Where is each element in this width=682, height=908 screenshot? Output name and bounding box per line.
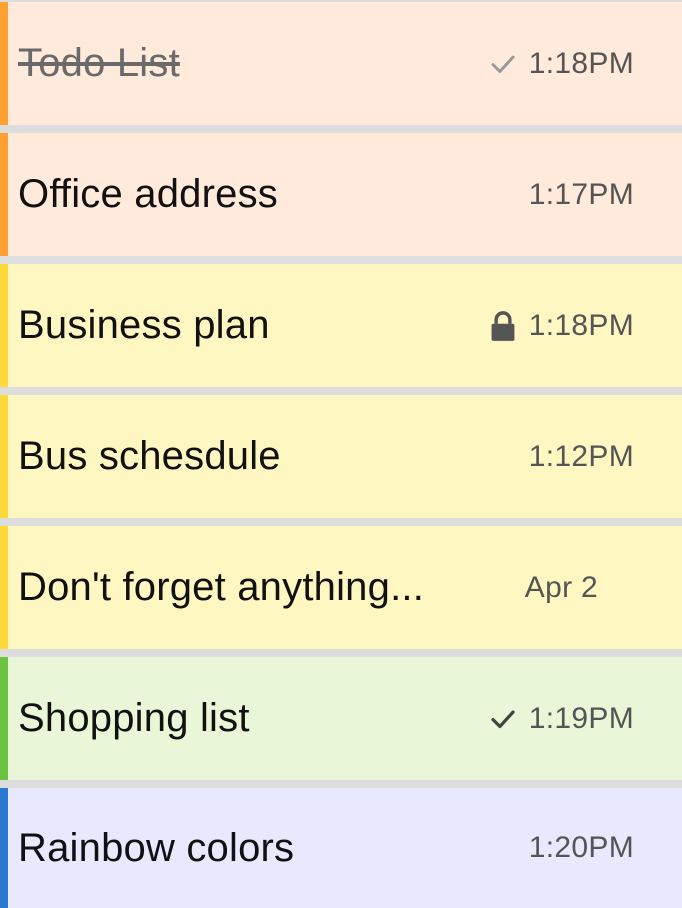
note-time: 1:12PM [528,439,634,473]
note-time: 1:17PM [528,177,634,211]
note-date: Apr 2 [524,570,598,604]
note-meta: 1:18PM [487,309,634,343]
lock-icon [487,310,519,342]
note-meta: Apr 2 [525,571,598,605]
note-time: 1:18PM [528,46,634,80]
note-item-dont-forget[interactable]: Don't forget anything... Apr 2 [0,526,682,649]
note-meta: 1:12PM [529,440,634,474]
note-item-rainbow-colors[interactable]: Rainbow colors 1:20PM [0,788,682,908]
note-meta: 1:20PM [529,831,634,865]
note-item-shopping-list[interactable]: Shopping list 1:19PM [0,657,682,780]
note-time: 1:20PM [528,831,634,864]
check-icon [487,48,519,80]
note-item-business-plan[interactable]: Business plan 1:18PM [0,264,682,387]
notes-list: Todo List 1:18PM Office address 1:17PM B… [0,0,682,908]
check-icon [487,703,519,735]
note-meta: 1:19PM [487,702,634,736]
note-time: 1:19PM [528,701,634,735]
note-item-todo-list[interactable]: Todo List 1:18PM [0,2,682,125]
note-meta: 1:18PM [487,47,634,81]
note-meta: 1:17PM [529,178,634,212]
note-item-office-address[interactable]: Office address 1:17PM [0,133,682,256]
note-item-bus-schedule[interactable]: Bus schesdule 1:12PM [0,395,682,518]
note-time: 1:18PM [528,308,634,342]
